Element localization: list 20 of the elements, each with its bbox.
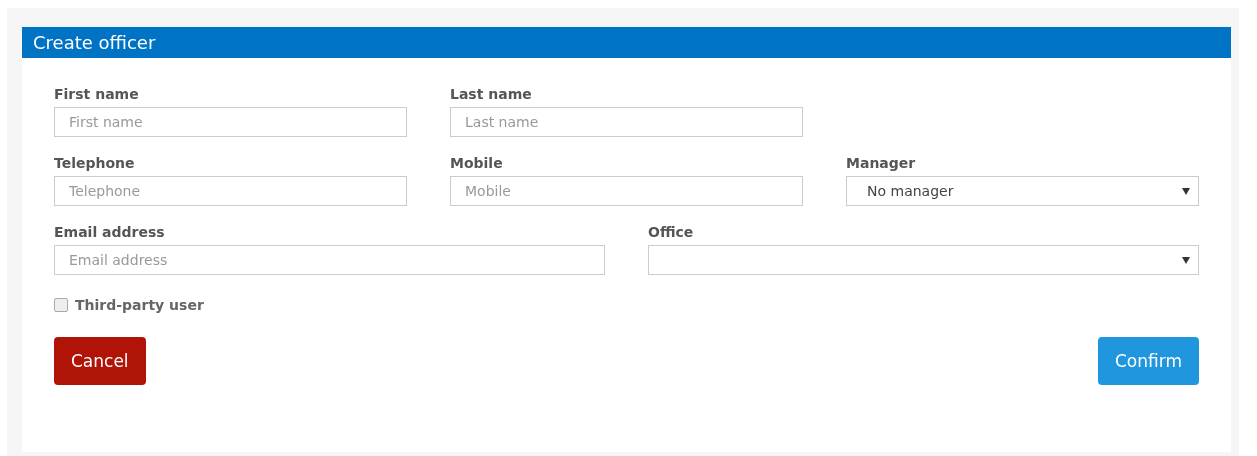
- checkbox[interactable]: [54, 298, 68, 312]
- field-label: Last name: [450, 86, 533, 102]
- caret-icon: [1182, 187, 1190, 195]
- input-field[interactable]: Telephone: [54, 176, 407, 206]
- input-field[interactable]: First name: [54, 107, 407, 137]
- field-label: Email address: [54, 224, 166, 240]
- cancel-button[interactable]: Cancel: [54, 337, 146, 385]
- input-field[interactable]: Mobile: [450, 176, 803, 206]
- field-label: First name: [54, 86, 140, 102]
- field-label: Mobile: [450, 155, 504, 171]
- checkbox-label: Third-party user: [75, 297, 204, 313]
- field-label: Telephone: [54, 155, 136, 171]
- input-field[interactable]: Last name: [450, 107, 803, 137]
- caret-icon: [1182, 256, 1190, 264]
- field-label: Office: [648, 224, 695, 240]
- dropdown[interactable]: [648, 245, 1199, 275]
- dropdown[interactable]: No manager: [846, 176, 1199, 206]
- input-field[interactable]: Email address: [54, 245, 605, 275]
- field-label: Manager: [846, 155, 917, 171]
- panel-title: Create officer: [22, 27, 1231, 58]
